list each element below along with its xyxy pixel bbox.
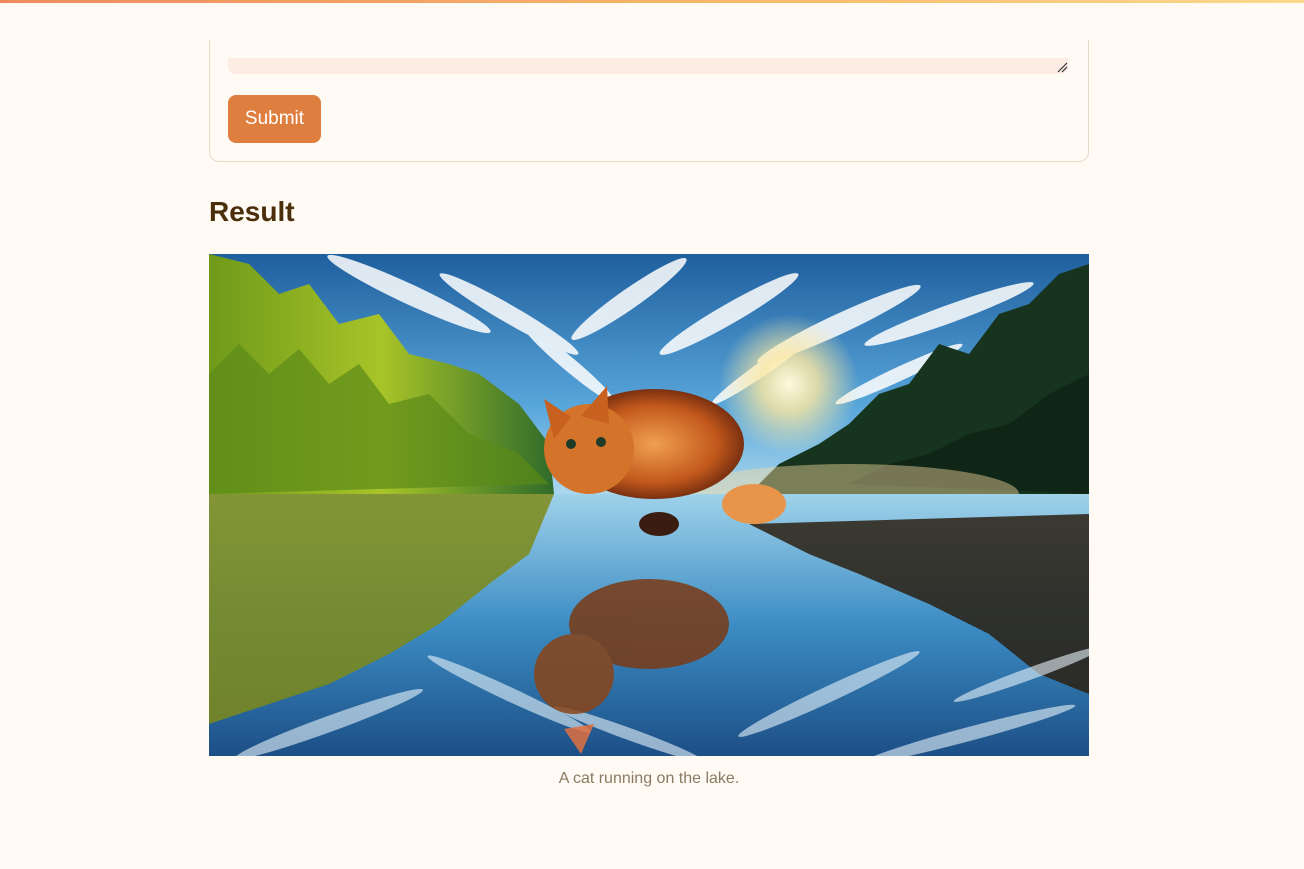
image-caption: A cat running on the lake. [558, 770, 740, 787]
prompt-textarea[interactable] [228, 58, 1068, 74]
submit-button[interactable]: Submit [228, 95, 321, 143]
result-image [209, 254, 1089, 756]
result-heading: Result [209, 196, 295, 227]
form-card: Submit [209, 40, 1089, 162]
resize-handle-icon[interactable] [1056, 61, 1068, 73]
top-accent-bar [0, 0, 1304, 3]
